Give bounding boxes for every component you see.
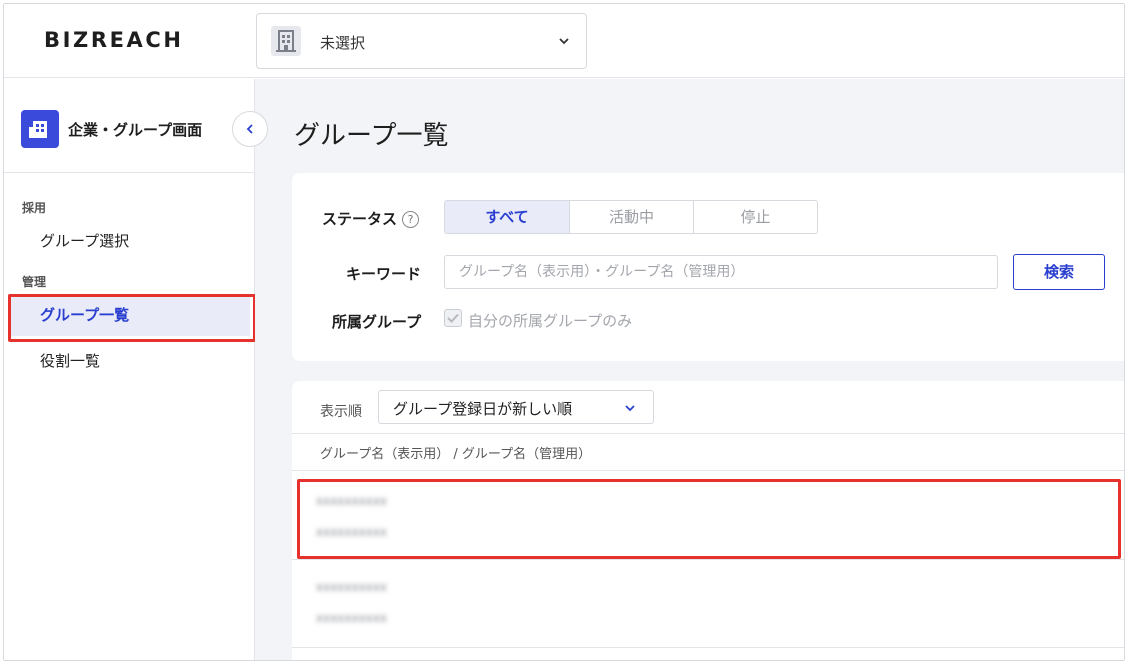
group-display-name: xxxxxxxxxx — [316, 580, 388, 594]
divider — [292, 433, 1124, 434]
top-header: BIZREACH 未選択 — [4, 4, 1124, 78]
bizreach-logo: BIZREACH — [44, 28, 184, 52]
sidebar-item-group-list[interactable]: グループ一覧 — [8, 294, 256, 342]
chevron-down-icon — [559, 38, 569, 45]
group-admin-name: xxxxxxxxxx — [316, 611, 388, 625]
page-title: グループ一覧 — [294, 121, 449, 151]
table-row[interactable]: xxxxxxxxxx xxxxxxxxxx — [292, 560, 1124, 646]
group-display-name: xxxxxxxxxx — [316, 494, 388, 508]
sidebar-header: 企業・グループ画面 — [4, 79, 254, 173]
sidebar-section-manage: 管理 — [22, 275, 47, 289]
sort-order-select[interactable]: グループ登録日が新しい順 — [378, 390, 654, 424]
status-segmented-control: すべて 活動中 停止 — [444, 200, 818, 234]
app-window: BIZREACH 未選択 企業・グループ画面 採用 グループ選択 管理 グループ… — [3, 3, 1125, 661]
my-groups-checkbox-label[interactable]: 自分の所属グループのみ — [468, 310, 632, 331]
company-select-value: 未選択 — [320, 34, 366, 52]
chevron-left-icon — [246, 124, 253, 134]
sidebar-title: 企業・グループ画面 — [68, 121, 203, 139]
chevron-down-icon — [625, 405, 635, 412]
help-icon[interactable]: ? — [402, 211, 420, 228]
sidebar-item-group-select[interactable]: グループ選択 — [8, 220, 250, 262]
sidebar: 企業・グループ画面 採用 グループ選択 管理 グループ一覧 役割一覧 — [4, 79, 268, 660]
sort-label: 表示順 — [320, 404, 362, 420]
status-option-active[interactable]: 活動中 — [569, 201, 693, 233]
divider — [292, 647, 1124, 648]
table-row[interactable]: xxxxxxxxxx xxxxxxxxxx — [292, 471, 1124, 559]
sort-order-value: グループ登録日が新しい順 — [393, 400, 573, 418]
company-select[interactable]: 未選択 — [256, 13, 587, 69]
sidebar-item-role-list[interactable]: 役割一覧 — [8, 340, 250, 382]
keyword-label: キーワード — [346, 265, 422, 283]
sidebar-section-recruit: 採用 — [22, 201, 47, 215]
status-option-all[interactable]: すべて — [445, 201, 569, 233]
status-option-stopped[interactable]: 停止 — [693, 201, 817, 233]
building-icon — [271, 26, 301, 56]
group-admin-name: xxxxxxxxxx — [316, 525, 388, 539]
sidebar-collapse-button[interactable] — [232, 111, 268, 147]
company-group-icon — [21, 110, 59, 148]
status-label: ステータス? — [322, 208, 420, 229]
main-content: グループ一覧 ステータス? すべて 活動中 停止 キーワード 検索 所属グループ… — [255, 79, 1124, 660]
column-header-group-name: グループ名（表示用） / グループ名（管理用） — [320, 447, 592, 462]
keyword-input[interactable] — [444, 255, 998, 289]
group-list-panel: 表示順 グループ登録日が新しい順 グループ名（表示用） / グループ名（管理用）… — [292, 381, 1124, 660]
my-groups-checkbox[interactable] — [444, 309, 462, 327]
affiliation-label: 所属グループ — [332, 313, 422, 331]
search-button[interactable]: 検索 — [1013, 254, 1105, 290]
filter-panel: ステータス? すべて 活動中 停止 キーワード 検索 所属グループ 自分の所属グ… — [292, 173, 1124, 361]
check-icon — [447, 313, 459, 323]
status-label-text: ステータス — [322, 210, 398, 228]
